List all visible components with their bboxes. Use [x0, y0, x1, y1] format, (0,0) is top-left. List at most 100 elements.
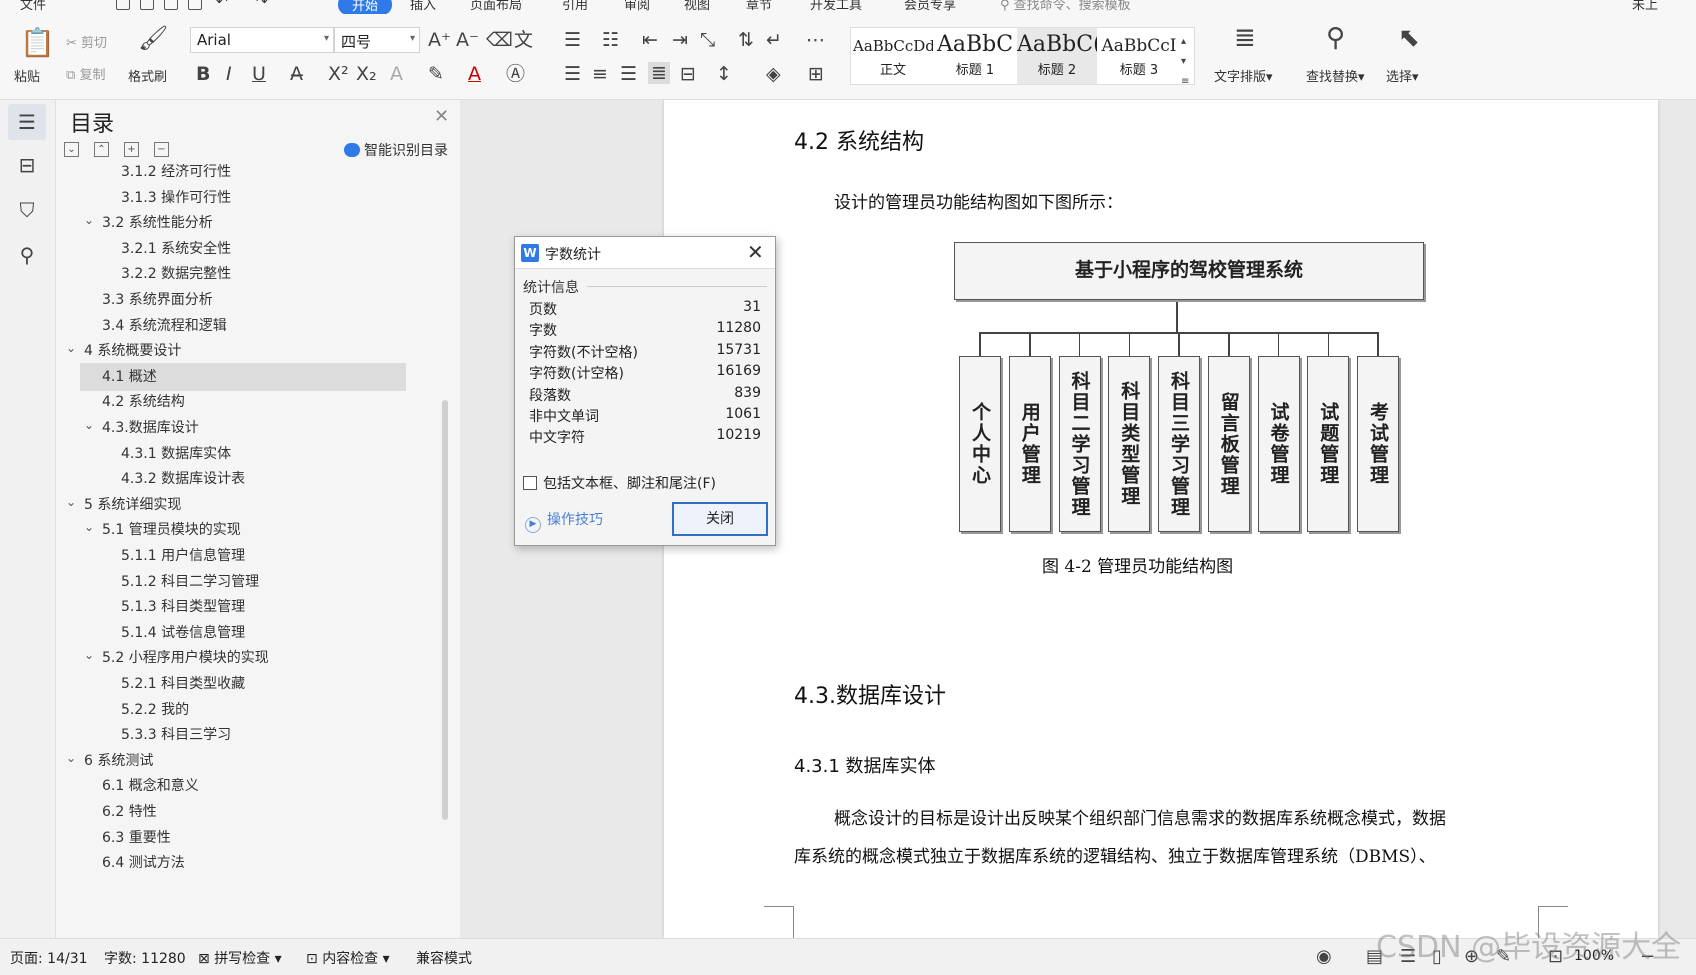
- eye-protection-icon[interactable]: ◉: [1316, 946, 1332, 967]
- toc-item[interactable]: 5.3.3 科目三学习: [121, 721, 231, 749]
- font-color-icon[interactable]: A: [468, 64, 481, 84]
- toc-item[interactable]: 4.3.1 数据库实体: [121, 440, 231, 468]
- text-direction-icon[interactable]: ⤡: [700, 30, 715, 50]
- bullet-list-icon[interactable]: ☰: [564, 30, 581, 50]
- align-center-icon[interactable]: ≡: [592, 64, 608, 84]
- align-left-icon[interactable]: ☰: [564, 64, 581, 84]
- close-icon[interactable]: ✕: [747, 240, 764, 264]
- tips-link[interactable]: ▶ 操作技巧: [525, 509, 603, 533]
- sort-icon[interactable]: ⇅: [738, 30, 754, 50]
- toc-item[interactable]: 3.3 系统界面分析: [102, 286, 213, 314]
- cursor-icon[interactable]: ⬉: [1398, 25, 1420, 51]
- tab-review[interactable]: 审阅: [624, 0, 650, 13]
- print-icon[interactable]: [164, 0, 178, 10]
- brush-icon[interactable]: 🖌: [138, 26, 168, 50]
- toc-item[interactable]: 6.2 特性: [102, 798, 157, 826]
- search-icon[interactable]: ⚲: [12, 240, 42, 270]
- toc-item[interactable]: 5.1.2 科目二学习管理: [121, 568, 259, 596]
- undo-icon[interactable]: ↶: [216, 0, 228, 10]
- toc-item[interactable]: 3.4 系统流程和逻辑: [102, 312, 227, 340]
- numbered-list-icon[interactable]: ☷: [602, 30, 619, 50]
- toc-icon[interactable]: ☰: [8, 104, 46, 140]
- toc-item[interactable]: 5.2.2 我的: [121, 696, 189, 724]
- add-heading-icon[interactable]: +: [124, 142, 139, 157]
- dialog-title-bar[interactable]: W 字数统计 ✕: [515, 237, 775, 269]
- chevron-down-icon[interactable]: ⌄: [84, 206, 94, 234]
- distributed-icon[interactable]: ⊟: [680, 64, 696, 84]
- chevron-down-icon[interactable]: ⌄: [84, 641, 94, 669]
- tab-member[interactable]: 会员专享: [904, 0, 956, 13]
- toc-item[interactable]: 4.1 概述: [102, 363, 157, 391]
- style-normal[interactable]: AaBbCcDd 正文: [853, 28, 933, 84]
- highlight-icon[interactable]: ✎: [428, 64, 444, 84]
- toc-item[interactable]: 6 系统测试: [84, 747, 153, 775]
- tab-references[interactable]: 引用: [562, 0, 588, 13]
- account-status[interactable]: 未上: [1632, 0, 1658, 13]
- shading-icon[interactable]: ◈: [766, 64, 781, 84]
- close-button[interactable]: 关闭: [672, 502, 768, 536]
- toc-item[interactable]: 6.1 概念和意义: [102, 772, 199, 800]
- toc-item[interactable]: 3.2.1 系统安全性: [121, 235, 231, 263]
- toc-item[interactable]: 5.1.4 试卷信息管理: [121, 619, 245, 647]
- copy-button[interactable]: ⧉ 复制: [66, 64, 105, 83]
- bookmark-icon[interactable]: ⛉: [12, 195, 42, 225]
- toc-item[interactable]: 4.3.2 数据库设计表: [121, 465, 245, 493]
- style-heading-2[interactable]: AaBbC( 标题 2: [1017, 28, 1097, 84]
- content-check-button[interactable]: ⊡ 内容检查 ▾: [306, 948, 390, 968]
- command-search[interactable]: ⚲ 查找命令、搜索模板: [1000, 0, 1131, 13]
- chevron-down-icon[interactable]: ⌄: [84, 513, 94, 541]
- shrink-font-icon[interactable]: A⁻: [456, 30, 479, 50]
- magnifier-icon[interactable]: ⚲: [1326, 25, 1345, 51]
- tab-view[interactable]: 视图: [684, 0, 710, 13]
- superscript-icon[interactable]: X²: [328, 64, 349, 84]
- char-border-icon[interactable]: Ⓐ: [506, 64, 525, 84]
- toc-item[interactable]: 4 系统概要设计: [84, 337, 181, 365]
- chevron-down-icon[interactable]: ⌄: [84, 411, 94, 439]
- style-heading-1[interactable]: AaBbC 标题 1: [935, 28, 1015, 84]
- text-layout-icon[interactable]: ≣: [1234, 25, 1256, 51]
- close-icon[interactable]: ✕: [434, 106, 449, 127]
- toc-item[interactable]: 5 系统详细实现: [84, 491, 181, 519]
- find-replace-button[interactable]: 查找替换▾: [1306, 66, 1365, 85]
- grow-font-icon[interactable]: A⁺: [428, 30, 451, 50]
- underline-icon[interactable]: U: [252, 64, 266, 84]
- tab-chapter[interactable]: 章节: [746, 0, 772, 13]
- tab-page-layout[interactable]: 页面布局: [470, 0, 522, 13]
- chevron-down-icon[interactable]: ⌄: [66, 744, 76, 772]
- paste-button[interactable]: 粘贴: [14, 66, 40, 85]
- toc-item[interactable]: 5.1.3 科目类型管理: [121, 593, 245, 621]
- styles-more-icon[interactable]: ▴ ▾ ≡: [1181, 32, 1189, 92]
- expand-level-icon[interactable]: ⌃: [94, 142, 109, 157]
- justify-icon[interactable]: ≣: [648, 62, 670, 84]
- phonetic-icon[interactable]: 文: [514, 30, 533, 50]
- spell-check-button[interactable]: ⊠ 拼写检查 ▾: [198, 948, 282, 968]
- remove-heading-icon[interactable]: −: [154, 142, 169, 157]
- chapter-nav-icon[interactable]: ⊟: [12, 150, 42, 180]
- toc-item[interactable]: 6.3 重要性: [102, 824, 171, 852]
- chevron-down-icon[interactable]: ⌄: [66, 488, 76, 516]
- toc-item[interactable]: 3.2.2 数据完整性: [121, 260, 231, 288]
- toc-item[interactable]: 5.1 管理员模块的实现: [102, 516, 241, 544]
- font-size-select[interactable]: 四号 ▾: [334, 27, 420, 53]
- italic-icon[interactable]: I: [226, 64, 232, 84]
- paste-icon[interactable]: 📋: [20, 28, 55, 58]
- collapse-all-icon[interactable]: ⌄: [64, 142, 79, 157]
- cut-button[interactable]: ✂ 剪切: [66, 32, 107, 51]
- tab-developer[interactable]: 开发工具: [810, 0, 862, 13]
- toc-item[interactable]: 4.3.数据库设计: [102, 414, 199, 442]
- select-button[interactable]: 选择▾: [1386, 66, 1419, 85]
- tab-file[interactable]: 文件: [20, 0, 46, 13]
- borders-icon[interactable]: ⊞: [808, 64, 824, 84]
- chevron-down-icon[interactable]: ⌄: [66, 334, 76, 362]
- subscript-icon[interactable]: X₂: [356, 64, 377, 84]
- text-effect-icon[interactable]: A: [390, 64, 403, 84]
- page-indicator[interactable]: 页面: 14/31: [10, 948, 88, 968]
- toc-item[interactable]: 3.2 系统性能分析: [102, 209, 213, 237]
- strikethrough-icon[interactable]: A̶: [290, 64, 303, 84]
- export-icon[interactable]: [140, 0, 154, 10]
- format-painter-button[interactable]: 格式刷: [128, 66, 167, 85]
- outdent-icon[interactable]: ⇤: [642, 30, 658, 50]
- show-marks-icon[interactable]: ↵: [766, 30, 782, 50]
- font-name-select[interactable]: Arial ▾: [190, 27, 334, 53]
- toc-item[interactable]: 5.2 小程序用户模块的实现: [102, 644, 269, 672]
